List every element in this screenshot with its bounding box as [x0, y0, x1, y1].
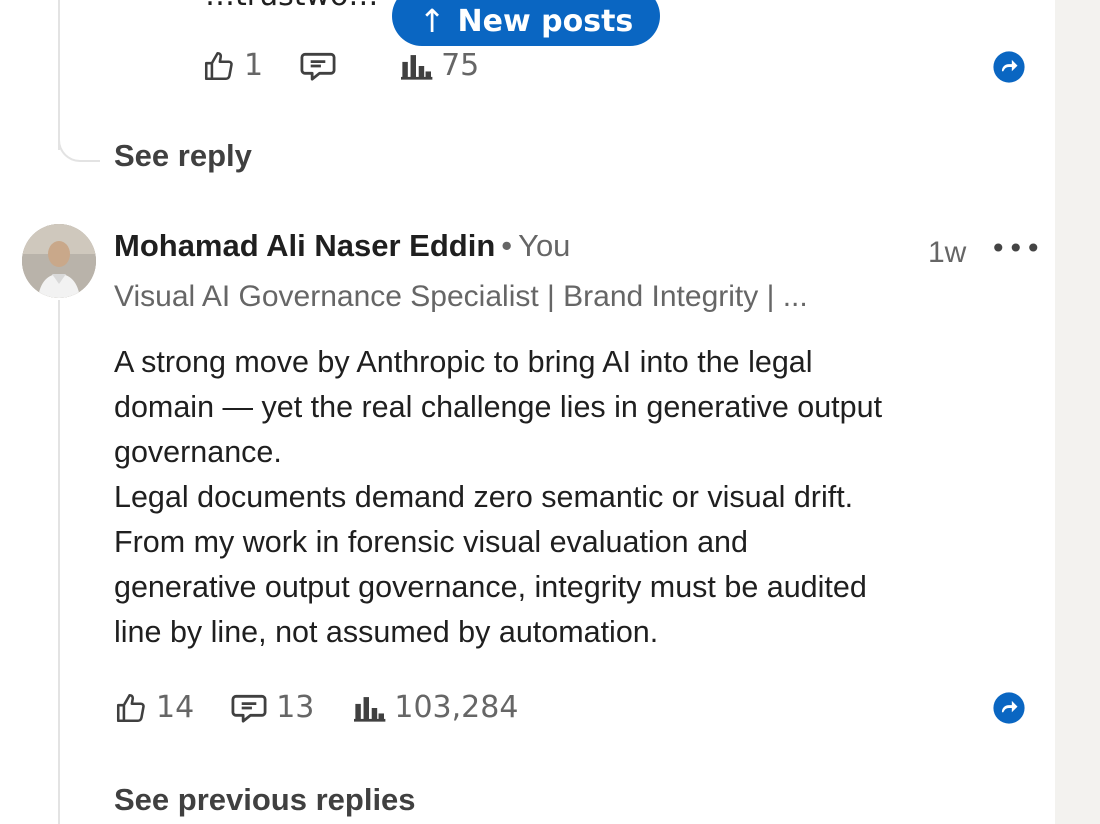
- reaction-count: 1: [244, 48, 264, 83]
- see-previous-replies-link[interactable]: See previous replies: [114, 782, 416, 818]
- more-options-button[interactable]: •••: [990, 232, 1043, 265]
- comment-author: Mohamad Ali Naser Eddin • You: [114, 228, 570, 264]
- author-name[interactable]: Mohamad Ali Naser Eddin: [114, 228, 495, 263]
- thumbs-up-icon: [204, 51, 233, 80]
- new-posts-button[interactable]: ↑ New posts: [392, 0, 660, 46]
- comment-text: A strong move by Anthropic to bring AI i…: [114, 340, 1044, 655]
- thread-line: [58, 300, 60, 824]
- reply-button[interactable]: 13: [230, 690, 314, 725]
- like-button[interactable]: 14: [114, 690, 194, 725]
- avatar[interactable]: [22, 224, 96, 298]
- arrow-up-icon: ↑: [418, 2, 446, 40]
- share-icon[interactable]: [992, 691, 1026, 725]
- comment-bubble-icon: [300, 52, 336, 81]
- impressions-button[interactable]: 103,284: [352, 690, 518, 725]
- comment-line: governance.: [114, 435, 282, 469]
- comments-card: …trustwo… ↑ New posts 1 75 See re: [0, 0, 1055, 824]
- separator-dot: •: [501, 228, 513, 263]
- new-posts-label: New posts: [457, 3, 634, 39]
- comment-bubble-icon: [231, 694, 267, 723]
- thread-connector: [58, 118, 100, 162]
- reaction-count: 14: [156, 690, 195, 725]
- comment-timestamp: 1w: [928, 236, 967, 269]
- comment-line: A strong move by Anthropic to bring AI i…: [114, 345, 813, 379]
- comment-line: domain — yet the real challenge lies in …: [114, 390, 883, 424]
- avatar-photo: [22, 224, 96, 298]
- share-icon[interactable]: [992, 50, 1026, 84]
- bar-chart-icon: [401, 54, 433, 80]
- comment-line: generative output governance, integrity …: [114, 570, 867, 604]
- see-reply-link[interactable]: See reply: [114, 138, 252, 174]
- previous-reply-actions: 1 75: [202, 48, 479, 83]
- previous-reply-text: …trustwo…: [205, 0, 378, 13]
- impressions-count: 103,284: [394, 690, 519, 725]
- reply-button[interactable]: [299, 49, 337, 83]
- like-button[interactable]: 1: [202, 48, 263, 83]
- comment-actions: 14 13 103,284: [114, 690, 518, 725]
- author-headline: Visual AI Governance Specialist | Brand …: [114, 280, 808, 313]
- comment-line: From my work in forensic visual evaluati…: [114, 525, 748, 559]
- impressions-count: 75: [441, 48, 480, 83]
- you-label: You: [518, 228, 571, 263]
- bar-chart-icon: [354, 696, 386, 722]
- impressions-button[interactable]: 75: [399, 48, 479, 83]
- comment-line: line by line, not assumed by automation.: [114, 615, 659, 649]
- comment-line: Legal documents demand zero semantic or …: [114, 480, 854, 514]
- reply-count: 13: [276, 690, 315, 725]
- thumbs-up-icon: [116, 693, 145, 722]
